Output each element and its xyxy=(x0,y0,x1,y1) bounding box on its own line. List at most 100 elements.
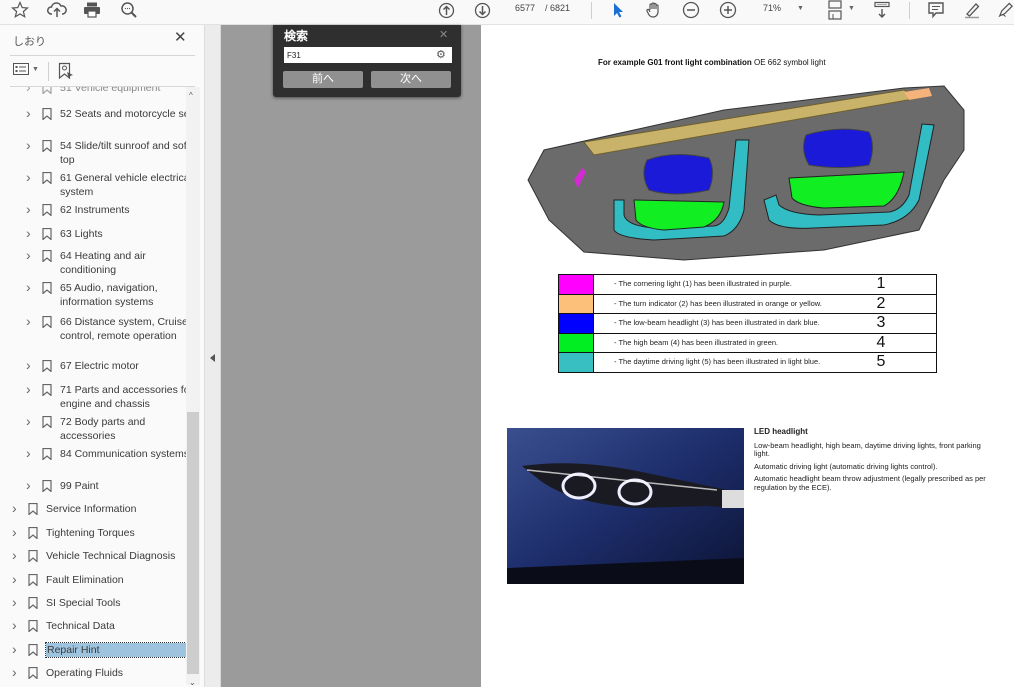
draw-icon[interactable] xyxy=(997,0,1014,20)
bookmark-item[interactable]: › 65 Audio, navigation, information syste… xyxy=(26,280,186,309)
gear-icon[interactable]: ⚙ xyxy=(436,48,446,61)
bookmark-options-button[interactable]: ▼ xyxy=(13,63,39,75)
current-page-field[interactable]: 6577 xyxy=(515,3,535,13)
expand-chevron-icon[interactable]: › xyxy=(26,202,34,216)
expand-chevron-icon[interactable]: › xyxy=(26,226,34,240)
bookmark-item[interactable]: › 72 Body parts and accessories xyxy=(26,414,186,443)
bookmark-item[interactable]: › 62 Instruments xyxy=(26,202,186,217)
print-icon[interactable] xyxy=(82,0,102,20)
expand-chevron-icon[interactable]: › xyxy=(12,595,20,609)
legend-description: - The turn indicator (2) has been illust… xyxy=(593,293,867,314)
zoom-dropdown-icon[interactable]: ▼ xyxy=(797,5,804,12)
bookmark-label: 84 Communication systems xyxy=(60,448,186,460)
bookmark-label: 67 Electric motor xyxy=(60,360,139,372)
zoom-in-icon[interactable] xyxy=(718,0,738,20)
prev-page-icon[interactable] xyxy=(436,0,456,20)
legend-row: - The cornering light (1) has been illus… xyxy=(558,274,937,295)
page-fit-icon[interactable] xyxy=(825,0,845,20)
expand-chevron-icon[interactable]: › xyxy=(12,525,20,539)
figure-caption-bold: For example G01 front light combination xyxy=(598,58,752,67)
close-icon[interactable]: ✕ xyxy=(174,30,187,45)
comment-icon[interactable] xyxy=(926,0,946,20)
bookmark-icon xyxy=(42,384,52,396)
bookmark-item[interactable]: › Service Information xyxy=(12,501,186,516)
bookmark-item[interactable]: › 52 Seats and motorcycle seat xyxy=(26,106,186,121)
bookmark-label: 64 Heating and air conditioning xyxy=(60,250,146,276)
search-comment-icon[interactable] xyxy=(119,0,139,20)
expand-chevron-icon[interactable]: › xyxy=(26,248,34,262)
bookmark-item[interactable]: › Technical Data xyxy=(12,618,186,633)
bookmark-item[interactable]: › 71 Parts and accessories for engine and… xyxy=(26,382,186,411)
zoom-level-field[interactable]: 71% xyxy=(763,3,781,13)
bookmark-item[interactable]: › 64 Heating and air conditioning xyxy=(26,248,186,277)
legend-number: 4 xyxy=(866,332,937,353)
legend-row: - The turn indicator (2) has been illust… xyxy=(558,293,937,314)
find-next-button[interactable]: 次へ xyxy=(371,71,451,88)
close-icon[interactable]: ✕ xyxy=(439,28,448,41)
expand-chevron-icon[interactable]: › xyxy=(26,382,34,396)
bookmark-label: 63 Lights xyxy=(60,228,103,240)
star-icon[interactable] xyxy=(10,0,30,20)
expand-chevron-icon[interactable]: › xyxy=(26,478,34,492)
bookmark-item[interactable]: › 66 Distance system, Cruise control, rem… xyxy=(26,314,186,343)
bookmark-item[interactable]: › 54 Slide/tilt sunroof and soft top xyxy=(26,138,186,167)
cloud-upload-icon[interactable] xyxy=(46,0,68,20)
bookmark-item[interactable]: › 63 Lights xyxy=(26,226,186,241)
expand-chevron-icon[interactable]: › xyxy=(12,548,20,562)
find-search-input[interactable] xyxy=(284,47,452,63)
bookmark-item[interactable]: › 84 Communication systems xyxy=(26,446,186,461)
legend-row: - The high beam (4) has been illustrated… xyxy=(558,332,937,353)
bookmark-label: Repair Hint xyxy=(45,642,186,658)
bookmark-icon xyxy=(28,620,38,632)
collapse-panel-icon[interactable] xyxy=(210,354,215,362)
next-page-icon[interactable] xyxy=(472,0,492,20)
expand-chevron-icon[interactable]: › xyxy=(26,280,34,294)
expand-chevron-icon[interactable]: › xyxy=(26,138,34,152)
bookmark-icon xyxy=(28,550,38,562)
expand-chevron-icon[interactable]: › xyxy=(26,446,34,460)
total-pages: / 6821 xyxy=(545,3,571,13)
hand-icon[interactable] xyxy=(644,0,664,20)
zoom-out-icon[interactable] xyxy=(681,0,701,20)
select-cursor-icon[interactable] xyxy=(610,0,626,20)
expand-chevron-icon[interactable]: › xyxy=(26,358,34,372)
page-fit-dropdown-icon[interactable]: ▼ xyxy=(848,5,855,12)
expand-chevron-icon[interactable]: › xyxy=(12,501,20,515)
find-previous-button[interactable]: 前へ xyxy=(283,71,363,88)
expand-chevron-icon[interactable]: › xyxy=(26,314,34,328)
bookmark-item[interactable]: › Vehicle Technical Diagnosis xyxy=(12,548,186,563)
bookmark-item[interactable]: › 99 Paint xyxy=(26,478,186,493)
bookmark-item[interactable]: › Fault Elimination xyxy=(12,572,186,587)
scroll-down-icon[interactable]: ⌄ xyxy=(189,678,196,687)
expand-chevron-icon[interactable]: › xyxy=(12,665,20,679)
expand-chevron-icon[interactable]: › xyxy=(26,170,34,184)
expand-chevron-icon[interactable]: › xyxy=(26,106,34,120)
expand-chevron-icon[interactable]: › xyxy=(26,87,34,94)
bookmark-item[interactable]: › 51 Vehicle equipment xyxy=(26,87,186,95)
headlamp-diagram xyxy=(527,85,965,261)
scrollbar-thumb[interactable] xyxy=(187,412,199,674)
color-swatch xyxy=(558,274,594,295)
bookmark-item[interactable]: › 67 Electric motor xyxy=(26,358,186,373)
expand-chevron-icon[interactable]: › xyxy=(26,414,34,428)
bookmark-item[interactable]: › 61 General vehicle electrical system xyxy=(26,170,186,199)
bookmark-label: 62 Instruments xyxy=(60,204,130,216)
color-swatch xyxy=(558,332,594,353)
highlight-icon[interactable] xyxy=(962,0,982,20)
bookmark-item[interactable]: › Repair Hint xyxy=(12,642,186,658)
bookmark-label: 99 Paint xyxy=(60,480,99,492)
bookmark-icon xyxy=(28,574,38,586)
led-paragraph: Automatic driving light (automatic drivi… xyxy=(754,461,938,471)
bookmark-icon xyxy=(42,448,52,460)
legend-number: 5 xyxy=(866,352,937,373)
bookmark-item[interactable]: › SI Special Tools xyxy=(12,595,186,610)
expand-chevron-icon[interactable]: › xyxy=(12,642,20,656)
bookmarks-scrollbar[interactable]: ^ ⌄ xyxy=(186,87,200,687)
new-bookmark-button[interactable] xyxy=(57,62,75,85)
expand-chevron-icon[interactable]: › xyxy=(12,572,20,586)
expand-chevron-icon[interactable]: › xyxy=(12,618,20,632)
bookmark-item[interactable]: › Operating Fluids xyxy=(12,665,186,680)
bookmark-item[interactable]: › Tightening Torques xyxy=(12,525,186,540)
scroll-mode-icon[interactable] xyxy=(872,0,892,20)
scroll-up-icon[interactable]: ^ xyxy=(189,91,193,100)
